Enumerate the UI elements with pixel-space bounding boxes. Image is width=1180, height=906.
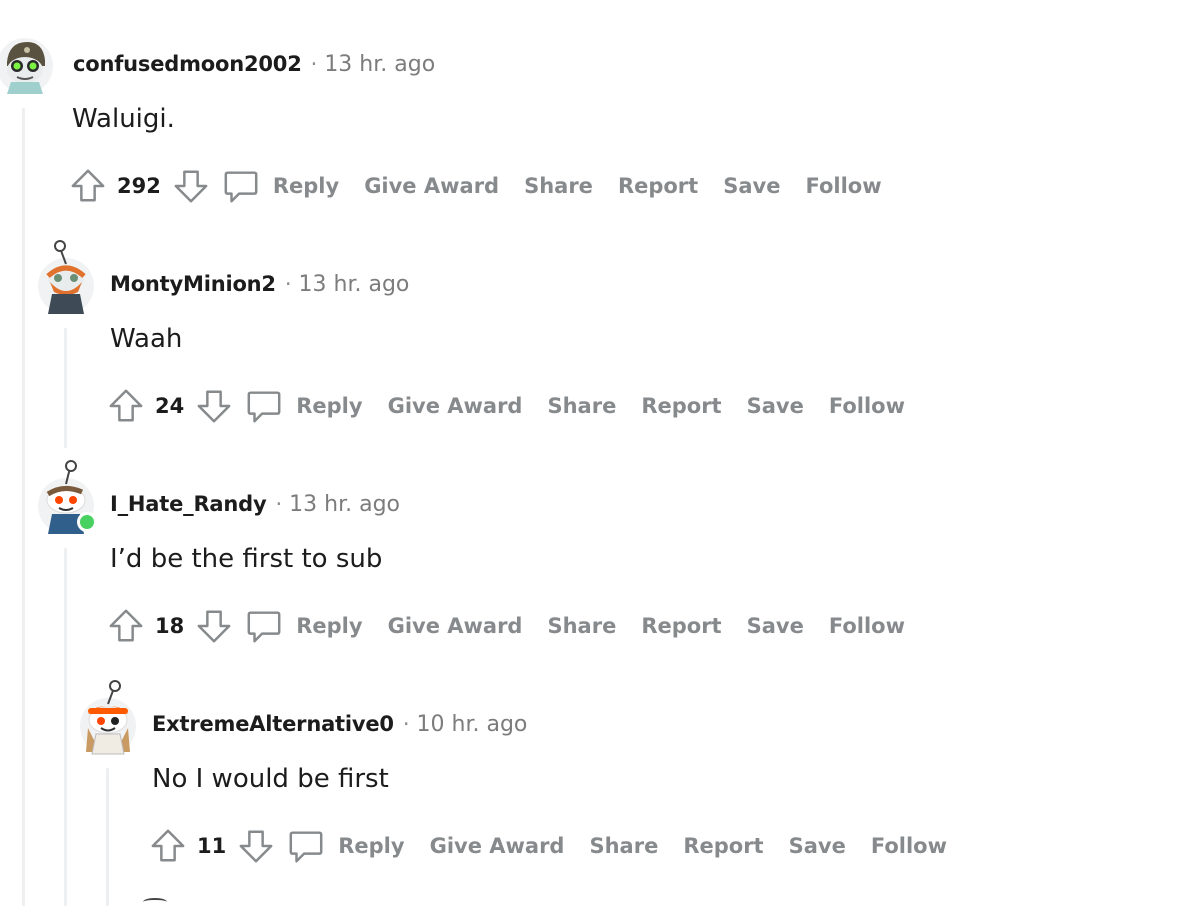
comment-actions: 292 Reply Give Award Share Report Save F… (68, 164, 907, 208)
comment-bubble-icon (289, 831, 323, 863)
snoo-avatar-orange-bandana-icon (80, 680, 136, 755)
report-button[interactable]: Report (641, 614, 721, 638)
reply-icon-button[interactable] (244, 606, 284, 646)
upvote-button[interactable] (106, 606, 146, 646)
upvote-arrow-icon (109, 609, 143, 642)
follow-button[interactable]: Follow (805, 174, 881, 198)
comment-body: Waluigi. (72, 104, 175, 134)
meta-separator: · (402, 712, 410, 736)
vote-score: 24 (155, 394, 185, 418)
downvote-arrow-icon (197, 610, 231, 643)
reply-icon-button[interactable] (286, 826, 326, 866)
thread-line-level-1[interactable] (22, 108, 25, 906)
comment-body: No I would be first (152, 764, 389, 794)
downvote-button[interactable] (194, 606, 234, 646)
timestamp[interactable]: 13 hr. ago (324, 52, 435, 77)
save-button[interactable]: Save (747, 614, 804, 638)
comment-body: Waah (110, 324, 183, 354)
save-button[interactable]: Save (723, 174, 780, 198)
username[interactable]: MontyMinion2 (110, 272, 276, 296)
reply-icon-button[interactable] (221, 166, 261, 206)
follow-button[interactable]: Follow (829, 614, 905, 638)
downvote-arrow-icon (197, 390, 231, 423)
username[interactable]: I_Hate_Randy (110, 492, 267, 516)
reply-button[interactable]: Reply (338, 834, 404, 858)
report-button[interactable]: Report (683, 834, 763, 858)
give-award-button[interactable]: Give Award (430, 834, 565, 858)
user-avatar[interactable] (38, 240, 94, 314)
save-button[interactable]: Save (747, 394, 804, 418)
reply-button[interactable]: Reply (296, 614, 362, 638)
reply-button[interactable]: Reply (296, 394, 362, 418)
follow-button[interactable]: Follow (829, 394, 905, 418)
meta-separator: · (275, 492, 283, 516)
share-button[interactable]: Share (547, 614, 616, 638)
share-button[interactable]: Share (589, 834, 658, 858)
vote-score: 11 (197, 834, 227, 858)
thread-line-level-2b[interactable] (64, 548, 67, 906)
next-comment-avatar-peek (143, 898, 167, 906)
share-button[interactable]: Share (524, 174, 593, 198)
vote-score: 292 (117, 174, 161, 198)
meta-separator: · (284, 272, 292, 296)
meta-separator: · (310, 52, 318, 76)
user-avatar[interactable] (0, 38, 53, 94)
upvote-button[interactable] (148, 826, 188, 866)
timestamp[interactable]: 10 hr. ago (417, 712, 528, 737)
downvote-button[interactable] (236, 826, 276, 866)
save-button[interactable]: Save (789, 834, 846, 858)
downvote-arrow-icon (174, 170, 208, 203)
comment-bubble-icon (247, 391, 281, 423)
comment-actions: 11 Reply Give Award Share Report Save Fo… (148, 824, 972, 868)
downvote-arrow-icon (239, 830, 273, 863)
reply-icon-button[interactable] (244, 386, 284, 426)
upvote-arrow-icon (109, 389, 143, 422)
comment-bubble-icon (224, 171, 258, 203)
comment-bubble-icon (247, 611, 281, 643)
comment-body: I’d be the first to sub (110, 544, 383, 574)
username[interactable]: ExtremeAlternative0 (152, 712, 394, 736)
upvote-arrow-icon (151, 829, 185, 862)
snoo-avatar-goggles-helmet-icon (0, 38, 53, 94)
upvote-button[interactable] (106, 386, 146, 426)
thread-line-level-3[interactable] (106, 768, 109, 906)
upvote-arrow-icon (71, 169, 105, 202)
vote-score: 18 (155, 614, 185, 638)
snoo-avatar-orange-beard-icon (38, 240, 94, 314)
downvote-button[interactable] (171, 166, 211, 206)
give-award-button[interactable]: Give Award (388, 394, 523, 418)
report-button[interactable]: Report (618, 174, 698, 198)
downvote-button[interactable] (194, 386, 234, 426)
report-button[interactable]: Report (641, 394, 721, 418)
give-award-button[interactable]: Give Award (388, 614, 523, 638)
timestamp[interactable]: 13 hr. ago (299, 272, 410, 297)
upvote-button[interactable] (68, 166, 108, 206)
comment-actions: 18 Reply Give Award Share Report Save Fo… (106, 604, 930, 648)
follow-button[interactable]: Follow (871, 834, 947, 858)
user-avatar[interactable] (80, 680, 136, 755)
username[interactable]: confusedmoon2002 (73, 52, 302, 76)
online-status-dot (77, 512, 97, 532)
comment-actions: 24 Reply Give Award Share Report Save Fo… (106, 384, 930, 428)
thread-line-level-2a[interactable] (64, 328, 67, 448)
timestamp[interactable]: 13 hr. ago (289, 492, 400, 517)
reply-button[interactable]: Reply (273, 174, 339, 198)
share-button[interactable]: Share (547, 394, 616, 418)
give-award-button[interactable]: Give Award (364, 174, 499, 198)
